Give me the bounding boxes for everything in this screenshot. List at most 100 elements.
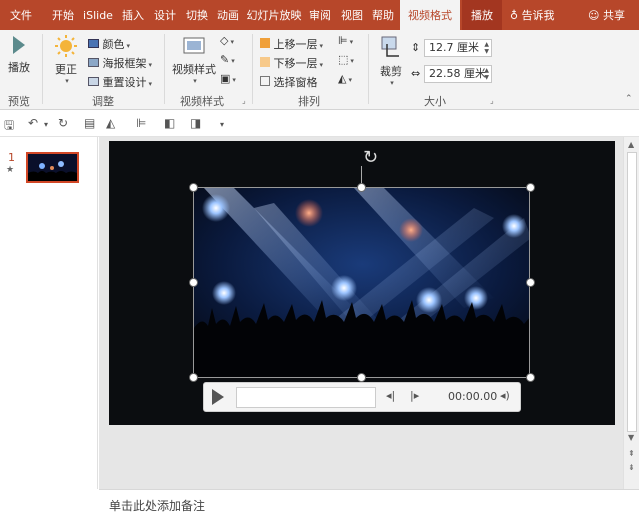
video-frame[interactable] — [193, 187, 530, 378]
tab-review[interactable]: 审阅 — [305, 0, 335, 30]
tell-me-search[interactable]: ♁ 告诉我 — [510, 0, 555, 30]
scroll-up-icon[interactable]: ▲ — [628, 140, 634, 149]
spinner-arrows-icon[interactable]: ▲ ▼ — [484, 41, 489, 55]
redo-icon[interactable]: ↻ — [58, 116, 68, 130]
video-styles-label: 视频样式 — [172, 63, 216, 76]
chevron-down-icon: ▾ — [148, 61, 153, 69]
chevron-down-icon: ▾ — [232, 76, 236, 84]
send-backward-icon[interactable]: ◨ — [190, 116, 201, 130]
sun-icon — [55, 35, 77, 57]
ribbon: 播放 预览 更正 ▾ 颜色 ▾ 海报框架 ▾ 重置设计 ▾ 调整 视频样式 ▾ … — [0, 30, 639, 110]
tab-animations[interactable]: 动画 — [213, 0, 243, 30]
share-button[interactable]: ☺ 共享 — [588, 0, 625, 30]
resize-handle-right[interactable] — [526, 278, 535, 287]
crop-button[interactable]: 裁剪 ▾ — [376, 34, 406, 87]
tab-home[interactable]: 开始 — [48, 0, 78, 30]
play-button[interactable]: 播放 — [4, 34, 34, 75]
dialog-launcher-icon[interactable]: ⌟ — [242, 96, 246, 105]
dialog-launcher-icon[interactable]: ⌟ — [490, 96, 494, 105]
chevron-down-icon: ▾ — [319, 61, 324, 69]
ribbon-tab-bar: 文件 开始 iSlide 插入 设计 切换 动画 幻灯片放映 审阅 视图 帮助 … — [0, 0, 639, 30]
align-button[interactable]: ⊫ ▾ — [338, 34, 353, 47]
bring-forward-label: 上移一层 — [273, 38, 318, 51]
tab-slideshow[interactable]: 幻灯片放映 — [245, 0, 303, 30]
spinner-arrows-icon[interactable]: ▲ ▼ — [484, 67, 489, 81]
collapse-ribbon-icon[interactable]: ⌃ — [625, 94, 633, 104]
height-spinner[interactable]: 12.7 厘米 ▲ ▼ — [424, 39, 492, 57]
slide-thumbnail-pane: 1 ★ — [0, 137, 98, 489]
notes-pane[interactable]: 单击此处添加备注 — [99, 489, 639, 517]
tab-file[interactable]: 文件 — [4, 0, 38, 30]
concert-video-poster — [194, 188, 529, 377]
resize-handle-bottom[interactable] — [357, 373, 366, 382]
resize-handle-top[interactable] — [357, 183, 366, 192]
tab-video-format[interactable]: 视频格式 — [400, 0, 460, 30]
video-styles-gallery-button[interactable]: 视频样式 ▾ — [172, 34, 216, 85]
next-slide-icon[interactable]: ⇟ — [628, 463, 635, 472]
previous-slide-icon[interactable]: ⇞ — [628, 449, 635, 458]
tab-playback[interactable]: 播放 — [462, 0, 502, 30]
slide-canvas[interactable]: ↻ ◂| |▸ 00:00.00 ◂) — [109, 141, 615, 425]
reset-design-button[interactable]: 重置设计 ▾ — [88, 74, 152, 90]
rotate-icon[interactable]: ↻ — [363, 149, 378, 167]
resize-handle-bottom-left[interactable] — [189, 373, 198, 382]
send-backward-button[interactable]: 下移一层 ▾ — [260, 55, 323, 71]
scrollbar-thumb[interactable] — [627, 152, 637, 432]
chevron-down-icon: ▾ — [319, 42, 324, 50]
send-backward-label: 下移一层 — [273, 57, 318, 70]
width-spinner[interactable]: 22.58 厘米 ▲ ▼ — [424, 65, 492, 83]
rewind-icon[interactable]: ◂| — [386, 389, 395, 402]
video-effects-button[interactable]: ▣ ▾ — [220, 72, 236, 85]
bring-forward-button[interactable]: 上移一层 ▾ — [260, 36, 323, 52]
resize-handle-bottom-right[interactable] — [526, 373, 535, 382]
resize-handle-top-right[interactable] — [526, 183, 535, 192]
customize-qat-icon[interactable]: ▾ — [220, 120, 224, 129]
align-icon[interactable]: ⊫ — [136, 116, 146, 130]
tab-transitions[interactable]: 切换 — [182, 0, 212, 30]
chevron-down-icon: ▾ — [193, 77, 197, 85]
selection-pane-button[interactable]: 选择窗格 — [260, 74, 318, 90]
undo-icon[interactable]: ↶ — [28, 116, 38, 130]
height-value: 12.7 厘米 — [429, 41, 479, 54]
group-label-arrange: 排列 — [298, 95, 320, 108]
video-border-button[interactable]: ✎ ▾ — [220, 53, 235, 66]
tab-view[interactable]: 视图 — [337, 0, 367, 30]
play-icon — [13, 36, 25, 54]
volume-icon[interactable]: ◂) — [500, 389, 510, 402]
crop-label: 裁剪 — [380, 65, 402, 78]
corrections-button[interactable]: 更正 ▾ — [50, 34, 82, 85]
video-control-bar: ◂| |▸ 00:00.00 ◂) — [203, 382, 521, 412]
forward-icon[interactable]: |▸ — [410, 389, 419, 402]
video-styles-icon — [183, 37, 205, 54]
share-label: 共享 — [602, 9, 625, 22]
save-icon[interactable]: 🖫 — [4, 116, 14, 137]
chevron-down-icon[interactable]: ▾ — [44, 120, 48, 129]
rotate-objects-button[interactable]: ◭ ▾ — [338, 72, 352, 85]
resize-handle-top-left[interactable] — [189, 183, 198, 192]
effects-icon: ▣ — [220, 72, 231, 85]
picture-color-icon — [88, 39, 99, 48]
poster-frame-button[interactable]: 海报框架 ▾ — [88, 55, 152, 71]
play-icon[interactable] — [212, 389, 224, 405]
reset-design-icon — [88, 77, 99, 86]
chevron-down-icon: ▾ — [230, 38, 234, 46]
reset-design-label: 重置设计 — [102, 76, 147, 89]
group-icon: ⬚ — [338, 53, 349, 66]
color-button[interactable]: 颜色 ▾ — [88, 36, 130, 52]
tab-insert[interactable]: 插入 — [118, 0, 148, 30]
tab-design[interactable]: 设计 — [150, 0, 180, 30]
video-shape-button[interactable]: ◇ ▾ — [220, 34, 234, 47]
vertical-scrollbar[interactable]: ▲ ▼ ⇞ ⇟ — [623, 137, 639, 489]
resize-handle-left[interactable] — [189, 278, 198, 287]
lightbulb-icon: ♁ — [510, 9, 519, 22]
shape-fill-icon[interactable]: ◭ — [106, 116, 115, 130]
group-objects-button[interactable]: ⬚ ▾ — [338, 53, 354, 66]
present-icon[interactable]: ▤ — [84, 116, 95, 130]
video-progress-bar[interactable] — [236, 387, 376, 408]
bring-forward-icon[interactable]: ◧ — [164, 116, 175, 130]
tab-islide[interactable]: iSlide — [82, 0, 114, 30]
scroll-down-icon[interactable]: ▼ — [628, 433, 634, 442]
group-divider — [164, 34, 165, 104]
slide-thumbnail[interactable] — [26, 152, 79, 183]
tab-help[interactable]: 帮助 — [368, 0, 398, 30]
